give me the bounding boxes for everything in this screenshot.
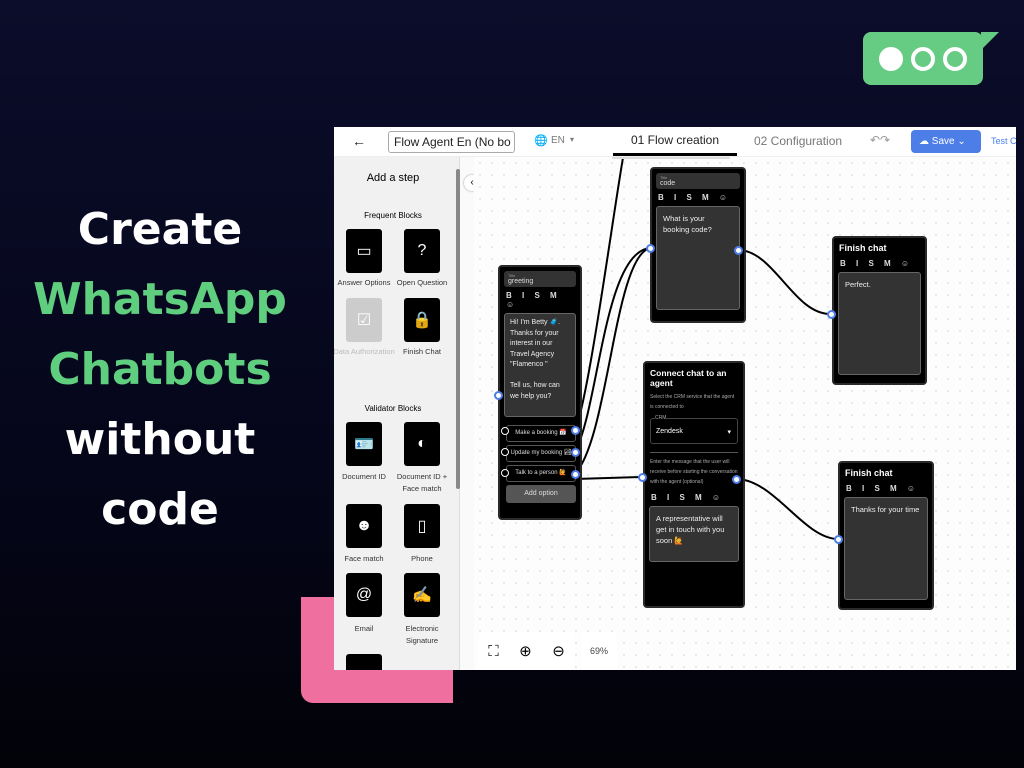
format-toolbar[interactable]: B I S M ☺ [840, 259, 919, 268]
block-label: Document ID + Face match [396, 472, 448, 493]
document-face-block[interactable]: ◐ [404, 422, 440, 466]
language-select[interactable]: EN [551, 135, 565, 146]
remove-option-icon[interactable]: x [501, 448, 509, 456]
validator-blocks-heading: Validator Blocks [364, 404, 422, 413]
undo-redo-icon[interactable]: ↶↷ [870, 133, 890, 147]
connector-port[interactable] [732, 475, 741, 484]
hero-line: code [101, 484, 219, 535]
connector-port[interactable] [571, 426, 580, 435]
remove-option-icon[interactable]: x [501, 469, 509, 477]
tab-configuration[interactable]: 02 Configuration [754, 134, 842, 148]
block-label: Face match [344, 554, 384, 563]
node-heading: Connect chat to an agent [650, 368, 727, 388]
node-connect-agent[interactable]: Connect chat to an agent Select the CRM … [643, 361, 745, 608]
zoom-level: 69% [581, 632, 617, 670]
block-label: Finish Chat [403, 347, 441, 356]
block-label: Phone [411, 554, 433, 563]
back-arrow-icon[interactable]: ← [352, 133, 366, 149]
header: ← Flow Agent En (No bo 🌐 EN ▾ 01 Flow cr… [334, 127, 1016, 157]
message-textarea[interactable]: What is your booking code? [656, 206, 740, 310]
connector-port[interactable] [646, 244, 655, 253]
answer-option[interactable]: Talk to a person 🙋 [506, 465, 576, 482]
connector-port[interactable] [571, 448, 580, 457]
format-toolbar[interactable]: B I S M ☺ [846, 484, 926, 493]
message-description: Enter the message that the user will rec… [650, 459, 738, 485]
hero-line: Chatbots [48, 344, 272, 395]
hero-line: without [64, 414, 256, 465]
node-code[interactable]: Title code B I S M ☺ What is your booking… [650, 167, 746, 323]
document-id-block[interactable]: 🪪 [346, 422, 382, 466]
crm-select[interactable]: CRM Zendesk ▾ [650, 415, 738, 444]
sidebar-title: Add a step [366, 172, 420, 184]
answer-option[interactable]: Make a booking 📅 [506, 425, 576, 442]
tab-flow-creation[interactable]: 01 Flow creation [613, 127, 737, 156]
block-label: Document ID [342, 472, 386, 481]
title-field[interactable]: Title greeting [504, 271, 576, 287]
message-textarea[interactable]: Perfect. [838, 272, 921, 375]
node-greeting[interactable]: Title greeting B I S M ☺ Hi! I'm Betty 🧳.… [498, 265, 582, 520]
remove-option-icon[interactable]: x [501, 427, 509, 435]
message-textarea[interactable]: Thanks for your time [844, 497, 928, 600]
globe-icon[interactable]: 🌐 [534, 134, 548, 147]
hero-line: WhatsApp [33, 274, 287, 325]
connector-port[interactable] [734, 246, 743, 255]
connector-port[interactable] [638, 473, 647, 482]
connector-port[interactable] [834, 535, 843, 544]
open-question-block[interactable]: ? [404, 229, 440, 273]
block-label: Email [354, 624, 374, 633]
node-finish-chat-1[interactable]: Finish chat B I S M ☺ Perfect. [832, 236, 927, 385]
sidebar-scrollbar[interactable] [456, 169, 460, 489]
add-step-sidebar: Add a step Frequent Blocks ▭ Answer Opti… [334, 157, 460, 670]
finish-chat-block[interactable]: 🔒 [404, 298, 440, 342]
phone-block[interactable]: ▯ [404, 504, 440, 548]
connector-port[interactable] [571, 470, 580, 479]
face-match-block[interactable]: ☻ [346, 504, 382, 548]
zoom-out-icon[interactable]: ⊖ [552, 642, 565, 660]
data-authorization-block[interactable]: ☑ [346, 298, 382, 342]
answer-options-block[interactable]: ▭ [346, 229, 382, 273]
email-block[interactable]: @ [346, 573, 382, 617]
chevron-down-icon: ▾ [570, 135, 575, 144]
edge [737, 249, 832, 316]
signature-block[interactable]: ✍ [404, 573, 440, 617]
add-option-button[interactable]: Add option [506, 485, 576, 503]
node-heading: Finish chat [845, 468, 893, 478]
zoom-controls: ⛶ ⊕ ⊖ [478, 632, 575, 670]
chat-bubble-logo-icon [863, 32, 999, 85]
answer-option[interactable]: Update my booking 🏞 [506, 445, 576, 462]
block-label: Data Authorization [334, 347, 395, 356]
connector-port[interactable] [827, 310, 836, 319]
app-window: ← Flow Agent En (No bo 🌐 EN ▾ 01 Flow cr… [334, 127, 1016, 670]
node-heading: Finish chat [839, 243, 887, 253]
format-toolbar[interactable]: B I S M ☺ [658, 193, 738, 202]
frequent-blocks-heading: Frequent Blocks [364, 211, 422, 220]
connector-port[interactable] [494, 391, 503, 400]
chevron-down-icon: ▾ [727, 429, 731, 436]
title-field[interactable]: Title code [656, 173, 740, 189]
node-finish-chat-2[interactable]: Finish chat B I S M ☺ Thanks for your ti… [838, 461, 934, 610]
flow-canvas[interactable]: Title code B I S M ☺ What is your booking… [474, 157, 1016, 670]
format-toolbar[interactable]: B I S M ☺ [651, 493, 737, 502]
message-textarea[interactable]: A representative will get in touch with … [649, 506, 739, 562]
edge [574, 476, 643, 480]
edge [735, 478, 839, 540]
block-label: Electronic Signature [405, 624, 439, 645]
format-toolbar[interactable]: B I S M ☺ [506, 291, 574, 309]
hero-headline: Create WhatsApp Chatbots without code [20, 195, 300, 545]
more-block[interactable] [346, 654, 382, 670]
save-label: Save [931, 136, 955, 147]
test-chat-link[interactable]: Test C [991, 136, 1016, 146]
block-label: Open Question [396, 278, 448, 287]
fit-view-icon[interactable]: ⛶ [488, 643, 499, 660]
edge [574, 247, 651, 475]
flow-name-input[interactable]: Flow Agent En (No bo [388, 131, 515, 153]
edge [574, 157, 625, 432]
crm-description: Select the CRM service that the agent is… [650, 394, 735, 410]
block-label: Answer Options [337, 278, 391, 287]
save-button[interactable]: ☁ Save ⌄ [911, 130, 981, 153]
zoom-in-icon[interactable]: ⊕ [519, 642, 532, 660]
hero-line: Create [77, 204, 243, 255]
divider [612, 157, 730, 159]
message-textarea[interactable]: Hi! I'm Betty 🧳. Thanks for your interes… [504, 313, 576, 417]
